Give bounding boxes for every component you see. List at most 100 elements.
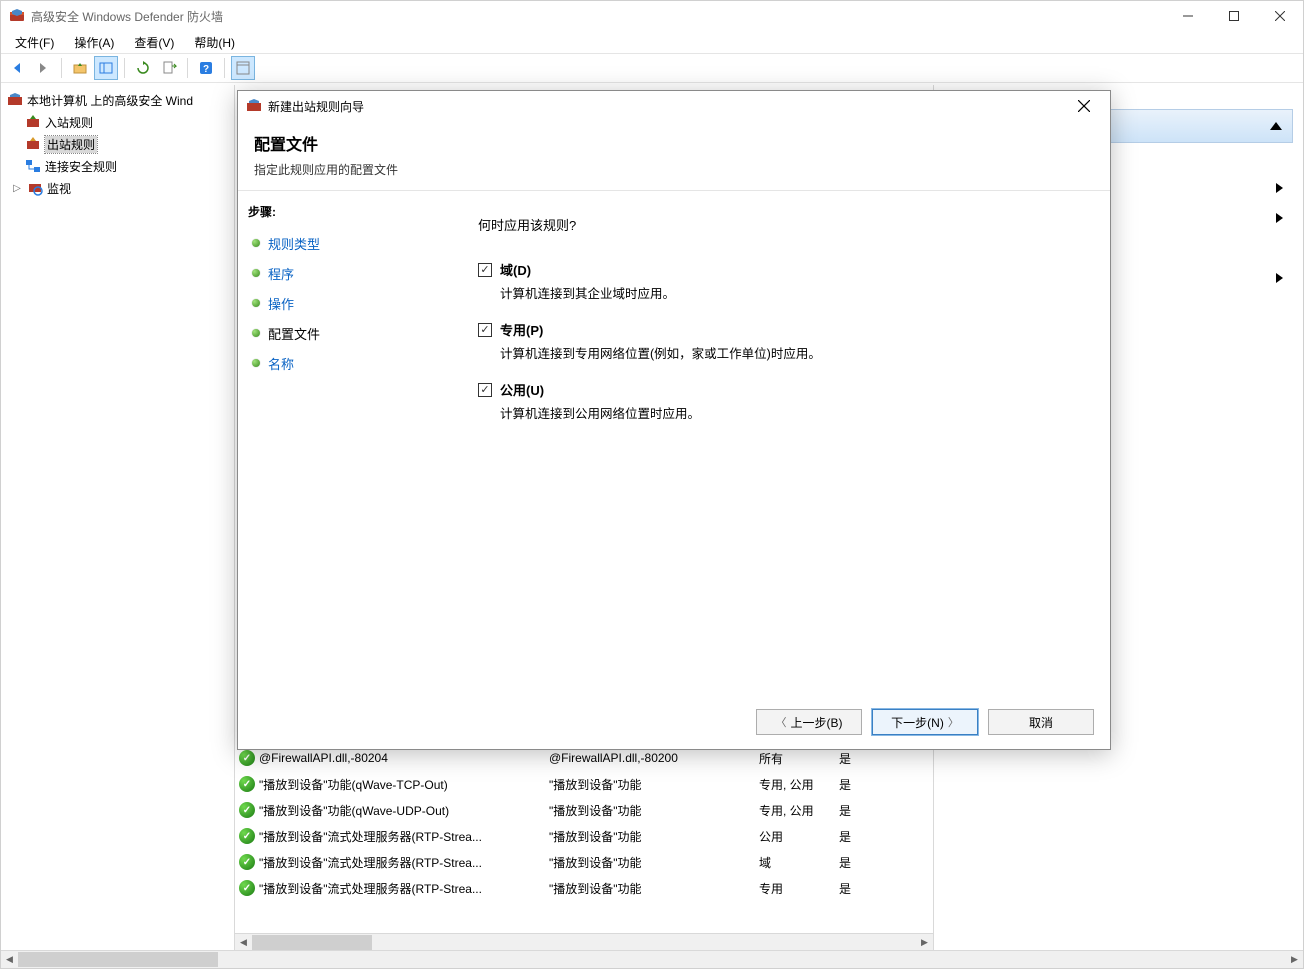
scroll-left-icon[interactable]: ◀ — [1, 952, 18, 967]
tree-root[interactable]: 本地计算机 上的高级安全 Wind — [3, 89, 232, 111]
table-row[interactable]: ✓"播放到设备"流式处理服务器(RTP-Strea..."播放到设备"功能域是 — [235, 849, 933, 875]
profile-private: ✓ 专用(P) 计算机连接到专用网络位置(例如，家或工作单位)时应用。 — [478, 320, 1080, 362]
menu-action[interactable]: 操作(A) — [64, 32, 124, 53]
tree-outbound-rules[interactable]: 出站规则 — [3, 133, 232, 155]
rule-name: "播放到设备"功能(qWave-TCP-Out) — [259, 776, 448, 793]
tree-connection-rules[interactable]: 连接安全规则 — [3, 155, 232, 177]
properties-icon[interactable] — [231, 56, 255, 80]
rule-enabled: 是 — [839, 854, 879, 871]
window-title: 高级安全 Windows Defender 防火墙 — [31, 8, 1165, 25]
rule-group: "播放到设备"功能 — [549, 854, 759, 871]
rule-name: "播放到设备"流式处理服务器(RTP-Strea... — [259, 828, 482, 845]
step-bullet-icon — [252, 299, 260, 307]
rule-enabled: 是 — [839, 802, 879, 819]
toolbar-separator — [224, 58, 225, 78]
menu-help[interactable]: 帮助(H) — [184, 32, 245, 53]
profile-public: ✓ 公用(U) 计算机连接到公用网络位置时应用。 — [478, 380, 1080, 422]
cancel-button[interactable]: 取消 — [988, 709, 1094, 735]
allow-icon: ✓ — [239, 776, 255, 792]
allow-icon: ✓ — [239, 854, 255, 870]
tree-root-label: 本地计算机 上的高级安全 Wind — [27, 92, 193, 109]
table-row[interactable]: ✓"播放到设备"流式处理服务器(RTP-Strea..."播放到设备"功能公用是 — [235, 823, 933, 849]
step-name[interactable]: 名称 — [248, 348, 428, 378]
step-rule-type[interactable]: 规则类型 — [248, 228, 428, 258]
rule-name: "播放到设备"流式处理服务器(RTP-Strea... — [259, 880, 482, 897]
table-row[interactable]: ✓"播放到设备"功能(qWave-TCP-Out)"播放到设备"功能专用, 公用… — [235, 771, 933, 797]
firewall-root-icon — [7, 92, 23, 108]
wizard-title-text: 新建出站规则向导 — [268, 98, 1066, 115]
svg-text:?: ? — [203, 64, 209, 75]
wizard-buttons: 〈上一步(B) 下一步(N)〉 取消 — [238, 699, 1110, 749]
connection-icon — [25, 158, 41, 174]
back-button-label: 上一步(B) — [791, 714, 843, 731]
rule-group: @FirewallAPI.dll,-80200 — [549, 751, 759, 765]
toolbar-separator — [61, 58, 62, 78]
window-horizontal-scrollbar[interactable]: ◀ ▶ — [1, 950, 1303, 968]
step-bullet-icon — [252, 269, 260, 277]
menu-file[interactable]: 文件(F) — [5, 32, 64, 53]
tree-inbound-label: 入站规则 — [45, 114, 93, 131]
checkbox-private[interactable]: ✓ — [478, 323, 492, 337]
step-bullet-icon — [252, 239, 260, 247]
scroll-thumb[interactable] — [252, 935, 372, 950]
table-row[interactable]: ✓"播放到设备"流式处理服务器(RTP-Strea..."播放到设备"功能专用是 — [235, 875, 933, 901]
rule-group: "播放到设备"功能 — [549, 802, 759, 819]
wizard-header-subtitle: 指定此规则应用的配置文件 — [254, 161, 1094, 178]
next-button-label: 下一步(N) — [891, 714, 944, 731]
nav-forward-icon[interactable] — [31, 56, 55, 80]
tree-connection-label: 连接安全规则 — [45, 158, 117, 175]
minimize-button[interactable] — [1165, 1, 1211, 31]
checkbox-public[interactable]: ✓ — [478, 383, 492, 397]
wizard-dialog: 新建出站规则向导 配置文件 指定此规则应用的配置文件 步骤: 规则类型 程序 操… — [237, 90, 1111, 750]
scroll-left-icon[interactable]: ◀ — [235, 935, 252, 950]
menu-view[interactable]: 查看(V) — [124, 32, 184, 53]
rule-profile: 所有 — [759, 750, 839, 767]
nav-back-icon[interactable] — [5, 56, 29, 80]
checkbox-private-desc: 计算机连接到专用网络位置(例如，家或工作单位)时应用。 — [500, 343, 1080, 362]
wizard-body: 步骤: 规则类型 程序 操作 配置文件 名称 何时应用该规则? ✓ 域(D) 计… — [238, 190, 1110, 699]
export-list-icon[interactable] — [157, 56, 181, 80]
step-profile[interactable]: 配置文件 — [248, 318, 428, 348]
close-button[interactable] — [1257, 1, 1303, 31]
tree-inbound-rules[interactable]: 入站规则 — [3, 111, 232, 133]
expand-icon[interactable]: ▷ — [11, 183, 23, 194]
refresh-icon[interactable] — [131, 56, 155, 80]
scroll-right-icon[interactable]: ▶ — [1286, 952, 1303, 967]
toolbar-separator — [187, 58, 188, 78]
table-row[interactable]: ✓"播放到设备"功能(qWave-UDP-Out)"播放到设备"功能专用, 公用… — [235, 797, 933, 823]
step-label: 名称 — [268, 354, 294, 373]
step-program[interactable]: 程序 — [248, 258, 428, 288]
step-label: 规则类型 — [268, 234, 320, 253]
rule-profile: 专用 — [759, 880, 839, 897]
checkbox-public-desc: 计算机连接到公用网络位置时应用。 — [500, 403, 1080, 422]
step-label: 配置文件 — [268, 324, 320, 343]
menubar: 文件(F) 操作(A) 查看(V) 帮助(H) — [1, 31, 1303, 53]
rule-profile: 专用, 公用 — [759, 776, 839, 793]
checkbox-domain[interactable]: ✓ — [478, 263, 492, 277]
panel-toggle-icon[interactable] — [94, 56, 118, 80]
outbound-icon — [25, 136, 41, 152]
wizard-close-button[interactable] — [1066, 92, 1102, 120]
rule-name: "播放到设备"功能(qWave-UDP-Out) — [259, 802, 449, 819]
rule-name: "播放到设备"流式处理服务器(RTP-Strea... — [259, 854, 482, 871]
cancel-button-label: 取消 — [1029, 714, 1053, 731]
scroll-right-icon[interactable]: ▶ — [916, 935, 933, 950]
step-action[interactable]: 操作 — [248, 288, 428, 318]
back-button[interactable]: 〈上一步(B) — [756, 709, 862, 735]
step-label: 操作 — [268, 294, 294, 313]
firewall-app-icon — [9, 8, 25, 24]
next-button[interactable]: 下一步(N)〉 — [872, 709, 978, 735]
checkbox-public-label: 公用(U) — [500, 380, 544, 399]
toolbar: ? — [1, 53, 1303, 83]
tree-monitor[interactable]: ▷ 监视 — [3, 177, 232, 199]
scroll-thumb[interactable] — [18, 952, 218, 967]
help-icon[interactable]: ? — [194, 56, 218, 80]
wizard-titlebar: 新建出站规则向导 — [238, 91, 1110, 121]
profile-domain: ✓ 域(D) 计算机连接到其企业域时应用。 — [478, 260, 1080, 302]
rule-enabled: 是 — [839, 828, 879, 845]
folder-up-icon[interactable] — [68, 56, 92, 80]
list-horizontal-scrollbar[interactable]: ◀ ▶ — [235, 933, 933, 950]
wizard-header-title: 配置文件 — [254, 131, 1094, 155]
maximize-button[interactable] — [1211, 1, 1257, 31]
inbound-icon — [25, 114, 41, 130]
